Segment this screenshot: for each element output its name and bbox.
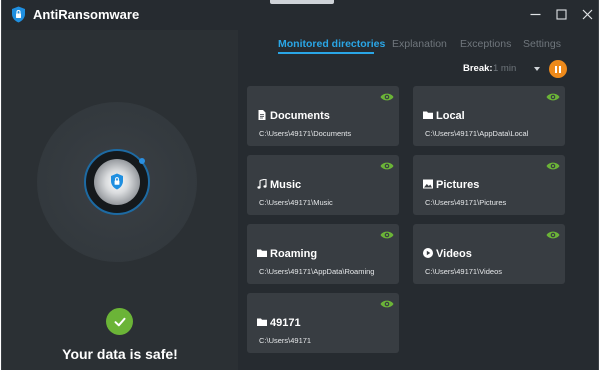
safe-check-icon xyxy=(106,308,133,335)
maximize-icon xyxy=(555,8,567,20)
minimize-button[interactable] xyxy=(524,4,546,24)
directory-path: C:\Users\49171\Documents xyxy=(259,129,352,138)
protection-radar xyxy=(37,102,197,262)
break-label: Break: xyxy=(463,63,493,74)
title-bar: AntiRansomware xyxy=(2,0,598,30)
directory-name: Documents xyxy=(270,110,330,122)
picture-icon xyxy=(423,179,433,189)
directory-path: C:\Users\49171\Pictures xyxy=(425,198,507,207)
eye-icon[interactable] xyxy=(380,92,394,102)
maximize-button[interactable] xyxy=(550,4,572,24)
directory-name: Videos xyxy=(436,248,472,260)
tab-settings[interactable]: Settings xyxy=(523,38,561,50)
eye-icon[interactable] xyxy=(546,161,560,171)
directory-name: Music xyxy=(270,179,302,191)
radar-sweep-dot xyxy=(139,158,145,164)
directory-path: C:\Users\49171\Videos xyxy=(425,267,502,276)
break-duration-select[interactable]: 1 min xyxy=(493,63,516,74)
eye-icon[interactable] xyxy=(380,230,394,240)
folder-icon xyxy=(423,111,433,119)
music-icon xyxy=(257,179,267,189)
directory-card-49171[interactable]: 49171 C:\Users\49171 xyxy=(247,293,399,353)
directory-card-pictures[interactable]: Pictures C:\Users\49171\Pictures xyxy=(413,155,565,215)
directory-card-roaming[interactable]: Roaming C:\Users\49171\AppData\Roaming xyxy=(247,224,399,284)
shield-lock-icon xyxy=(111,173,123,190)
directory-name: Roaming xyxy=(270,248,318,260)
folder-icon xyxy=(257,318,267,326)
app-window: AntiRansomware Your data is safe! Monito… xyxy=(1,0,599,370)
directory-path: C:\Users\49171\Music xyxy=(259,198,333,207)
directory-card-music[interactable]: Music C:\Users\49171\Music xyxy=(247,155,399,215)
minimize-icon xyxy=(530,13,540,15)
directory-name: Pictures xyxy=(436,179,480,191)
shield-lock-icon xyxy=(12,6,25,23)
eye-icon[interactable] xyxy=(546,230,560,240)
app-title: AntiRansomware xyxy=(33,7,140,22)
pause-button[interactable] xyxy=(549,60,567,78)
active-tab-indicator xyxy=(278,52,374,54)
close-icon xyxy=(582,9,592,19)
tab-exceptions[interactable]: Exceptions xyxy=(460,38,511,50)
folder-icon xyxy=(257,249,267,257)
tab-monitored-directories[interactable]: Monitored directories xyxy=(278,38,385,50)
eye-icon[interactable] xyxy=(380,161,394,171)
directory-name: Local xyxy=(436,110,465,122)
status-panel: Your data is safe! xyxy=(2,30,238,370)
pause-icon xyxy=(555,65,557,73)
status-message: Your data is safe! xyxy=(62,346,178,362)
eye-icon[interactable] xyxy=(546,92,560,102)
directory-path: C:\Users\49171 xyxy=(259,336,312,345)
directory-path: C:\Users\49171\AppData\Local xyxy=(425,129,529,138)
directory-path: C:\Users\49171\AppData\Roaming xyxy=(259,267,375,276)
directory-card-documents[interactable]: Documents C:\Users\49171\Documents xyxy=(247,86,399,146)
directory-card-videos[interactable]: Videos C:\Users\49171\Videos xyxy=(413,224,565,284)
close-button[interactable] xyxy=(576,4,598,24)
eye-icon[interactable] xyxy=(380,299,394,309)
video-icon xyxy=(423,248,433,258)
chevron-down-icon[interactable] xyxy=(534,67,540,71)
directory-name: 49171 xyxy=(270,317,301,329)
tab-explanation[interactable]: Explanation xyxy=(392,38,447,50)
document-icon xyxy=(258,110,266,120)
directory-card-local[interactable]: Local C:\Users\49171\AppData\Local xyxy=(413,86,565,146)
